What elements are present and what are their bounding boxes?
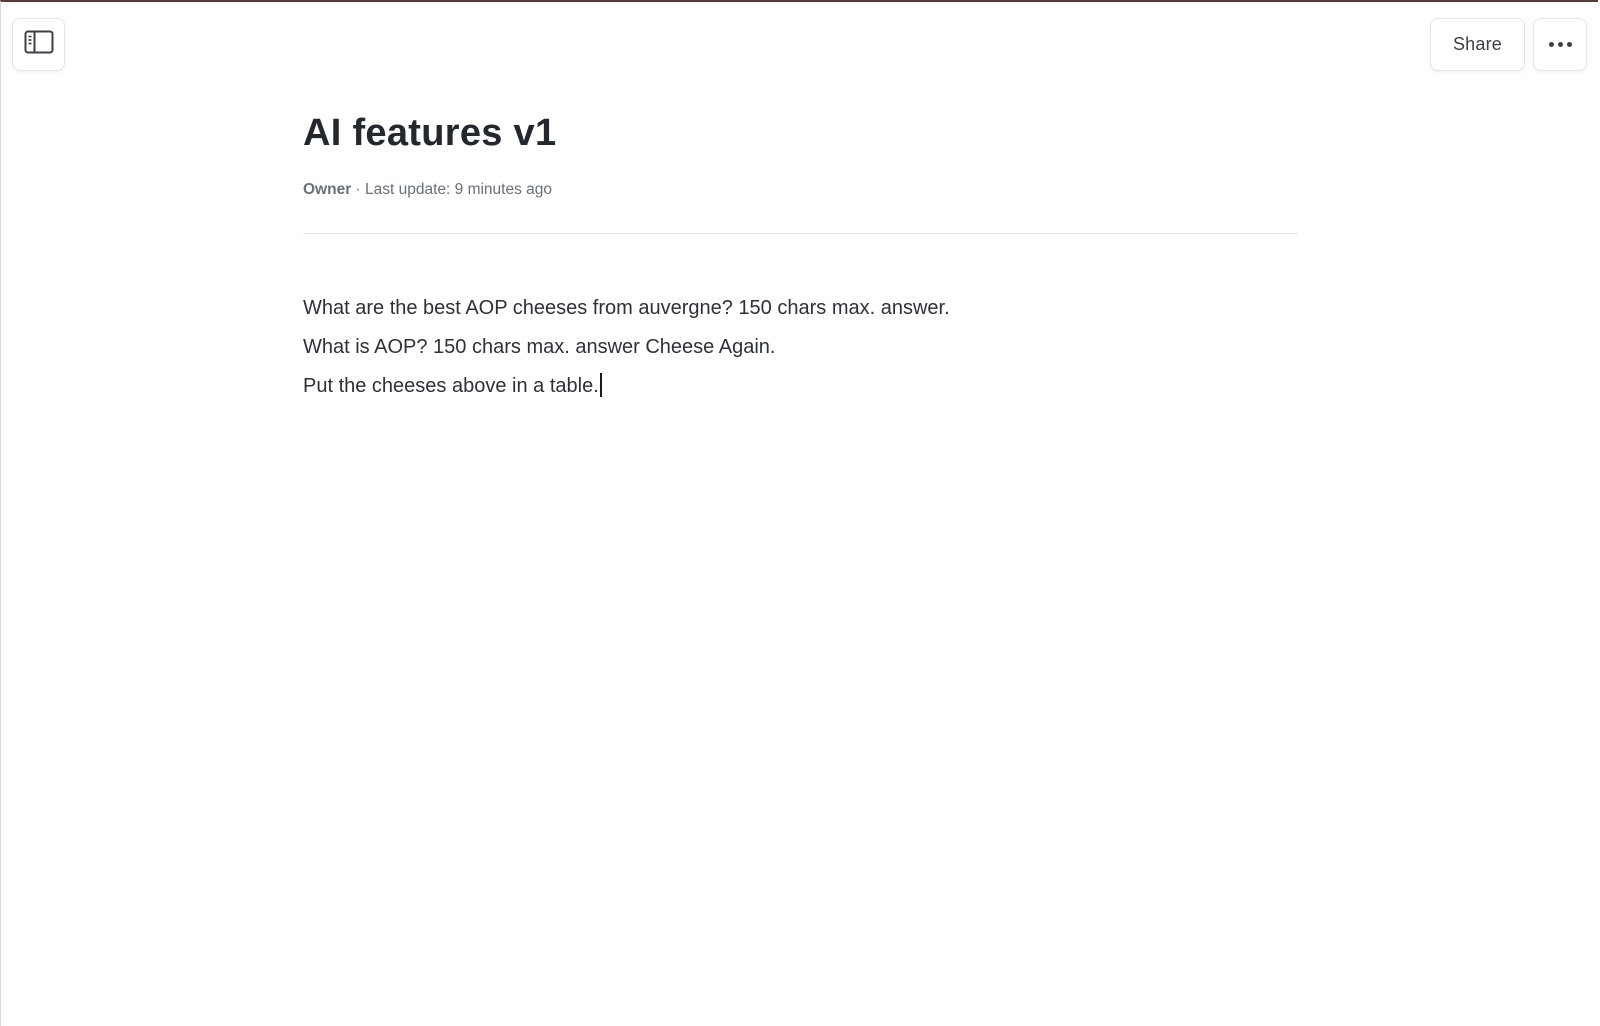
share-button-label: Share <box>1452 34 1503 54</box>
owner-label: Owner <box>303 181 352 198</box>
document-meta: Owner · Last update: 9 minutes ago <box>303 181 552 199</box>
paragraph[interactable]: Put the cheeses above in a table. <box>303 367 950 406</box>
sidebar-toggle-button[interactable] <box>12 18 65 71</box>
paragraph-text: Put the cheeses above in a table. <box>303 375 599 397</box>
paragraph[interactable]: What is AOP? 150 chars max. answer Chees… <box>303 328 950 367</box>
sidebar-panel-icon <box>24 30 54 59</box>
paragraph-text: What is AOP? 150 chars max. answer Chees… <box>303 336 776 358</box>
paragraph[interactable]: What are the best AOP cheeses from auver… <box>303 289 950 328</box>
divider <box>303 233 1298 234</box>
share-button[interactable]: Share <box>1430 18 1525 71</box>
page-title[interactable]: AI features v1 <box>303 112 556 155</box>
editor-content[interactable]: What are the best AOP cheeses from auver… <box>303 289 950 406</box>
paragraph-text: What are the best AOP cheeses from auver… <box>303 297 950 319</box>
meta-separator: · <box>351 181 366 198</box>
app-window: Share AI features v1 Owner · Last update… <box>0 0 1598 1026</box>
more-options-button[interactable] <box>1533 18 1587 71</box>
text-cursor <box>599 373 602 397</box>
more-horizontal-icon <box>1548 42 1572 47</box>
last-update-text: Last update: 9 minutes ago <box>365 181 553 198</box>
